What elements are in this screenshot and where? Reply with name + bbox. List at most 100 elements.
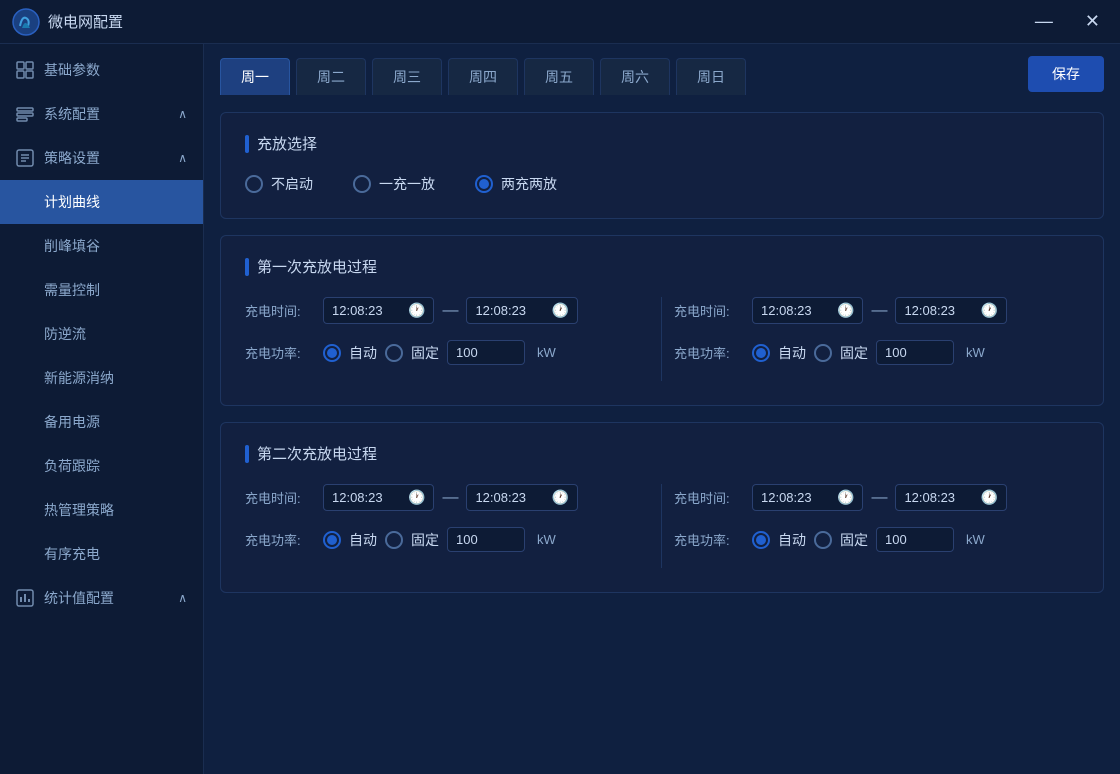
second-process-left: 充电时间: 🕐 — 🕐 充电功率: [245,484,662,568]
second-left-time-end-field[interactable] [475,490,545,505]
second-left-auto-label: 自动 [349,530,377,550]
first-right-auto-label: 自动 [778,343,806,363]
first-left-power-field[interactable] [456,345,516,360]
second-left-time-end-input[interactable]: 🕐 [466,484,577,511]
first-right-time-end-input[interactable]: 🕐 [895,297,1006,324]
radio-one-charge[interactable]: 一充一放 [353,174,435,194]
second-right-auto-radio[interactable]: 自动 [752,530,806,550]
second-right-fixed-radio[interactable]: 固定 [814,530,868,550]
second-process-title: 第二次充放电过程 [245,443,1079,464]
tab-monday[interactable]: 周一 [220,58,290,95]
stats-icon [16,589,34,607]
second-right-power-input[interactable] [876,527,954,552]
first-right-power-input[interactable] [876,340,954,365]
second-left-time-label: 充电时间: [245,488,315,507]
first-left-time-row: 充电时间: 🕐 — 🕐 [245,297,649,324]
second-right-fixed-circle [814,531,832,549]
clock-icon-2: 🕐 [551,302,568,319]
first-left-auto-circle [323,344,341,362]
clock-icon-6: 🕐 [551,489,568,506]
second-right-time-end-field[interactable] [904,490,974,505]
sidebar-item-new-energy[interactable]: 新能源消纳 [0,356,203,400]
second-left-auto-radio[interactable]: 自动 [323,530,377,550]
second-right-time-start-input[interactable]: 🕐 [752,484,863,511]
tab-friday[interactable]: 周五 [524,58,594,95]
first-right-time-start-input[interactable]: 🕐 [752,297,863,324]
first-left-auto-radio[interactable]: 自动 [323,343,377,363]
sidebar-label-strategy: 策略设置 [44,148,100,168]
second-process-right: 充电时间: 🕐 — 🕐 充电功率: [662,484,1079,568]
sidebar-label-thermal-mgmt: 热管理策略 [44,500,114,520]
chevron-icon-system: ∧ [178,107,187,121]
sidebar-item-anti-backflow[interactable]: 防逆流 [0,312,203,356]
first-left-time-end-field[interactable] [475,303,545,318]
second-right-time-start-field[interactable] [761,490,831,505]
close-button[interactable]: ✕ [1077,7,1108,36]
first-left-time-start-field[interactable] [332,303,402,318]
sidebar-label-new-energy: 新能源消纳 [44,368,114,388]
second-left-power-field[interactable] [456,532,516,547]
tab-sunday[interactable]: 周日 [676,58,746,95]
first-left-time-end-input[interactable]: 🕐 [466,297,577,324]
first-process-title: 第一次充放电过程 [245,256,1079,277]
first-right-auto-radio[interactable]: 自动 [752,343,806,363]
strategy-icon [16,149,34,167]
first-process-cols: 充电时间: 🕐 — 🕐 充电功率: [245,297,1079,381]
first-right-time-row: 充电时间: 🕐 — 🕐 [674,297,1079,324]
second-right-time-row: 充电时间: 🕐 — 🕐 [674,484,1079,511]
first-right-time-start-field[interactable] [761,303,831,318]
first-right-time-end-field[interactable] [904,303,974,318]
first-left-fixed-radio[interactable]: 固定 [385,343,439,363]
sidebar-item-demand-control[interactable]: 需量控制 [0,268,203,312]
second-right-fixed-label: 固定 [840,530,868,550]
first-left-power-label: 充电功率: [245,343,315,362]
sidebar-item-strategy[interactable]: 策略设置 ∧ [0,136,203,180]
second-right-time-end-input[interactable]: 🕐 [895,484,1006,511]
second-right-auto-label: 自动 [778,530,806,550]
first-right-power-field[interactable] [885,345,945,360]
second-left-power-input[interactable] [447,527,525,552]
sidebar-item-basic-params[interactable]: 基础参数 [0,48,203,92]
sidebar-item-backup-power[interactable]: 备用电源 [0,400,203,444]
tab-wednesday[interactable]: 周三 [372,58,442,95]
sidebar-item-plan-curve[interactable]: 计划曲线 [0,180,203,224]
sidebar-item-load-tracking[interactable]: 负荷跟踪 [0,444,203,488]
save-button[interactable]: 保存 [1028,56,1104,92]
first-left-fixed-label: 固定 [411,343,439,363]
second-left-time-start-input[interactable]: 🕐 [323,484,434,511]
sidebar-label-anti-backflow: 防逆流 [44,324,86,344]
first-left-power-input[interactable] [447,340,525,365]
sidebar-item-system-config[interactable]: 系统配置 ∧ [0,92,203,136]
second-right-power-row: 充电功率: 自动 固定 k [674,527,1079,552]
second-right-power-field[interactable] [885,532,945,547]
first-right-fixed-radio[interactable]: 固定 [814,343,868,363]
second-left-fixed-radio[interactable]: 固定 [385,530,439,550]
first-right-fixed-label: 固定 [840,343,868,363]
clock-icon-1: 🕐 [408,302,425,319]
radio-circle-two-charge [475,175,493,193]
system-icon [16,105,34,123]
content-area: 周一 周二 周三 周四 周五 周六 周日 保存 充放选择 不启动 [204,44,1120,774]
sidebar-item-thermal-mgmt[interactable]: 热管理策略 [0,488,203,532]
first-left-time-start-input[interactable]: 🕐 [323,297,434,324]
second-left-time-start-field[interactable] [332,490,402,505]
first-right-auto-circle [752,344,770,362]
tab-thursday[interactable]: 周四 [448,58,518,95]
tab-saturday[interactable]: 周六 [600,58,670,95]
sidebar-label-demand-control: 需量控制 [44,280,100,300]
clock-icon-8: 🕐 [980,489,997,506]
tab-bar: 周一 周二 周三 周四 周五 周六 周日 保存 [204,44,1120,96]
first-left-power-row: 充电功率: 自动 固定 k [245,340,649,365]
radio-two-charge[interactable]: 两充两放 [475,174,557,194]
sidebar-item-ordered-charge[interactable]: 有序充电 [0,532,203,576]
first-process-left: 充电时间: 🕐 — 🕐 充电功率: [245,297,662,381]
sidebar-item-stats-config[interactable]: 统计值配置 ∧ [0,576,203,620]
tab-tuesday[interactable]: 周二 [296,58,366,95]
sidebar-label-load-tracking: 负荷跟踪 [44,456,100,476]
clock-icon-4: 🕐 [980,302,997,319]
first-left-fixed-circle [385,344,403,362]
second-left-power-unit: kW [537,532,556,547]
radio-no-start[interactable]: 不启动 [245,174,313,194]
minimize-button[interactable]: — [1027,7,1061,36]
sidebar-item-peak-valley[interactable]: 削峰填谷 [0,224,203,268]
